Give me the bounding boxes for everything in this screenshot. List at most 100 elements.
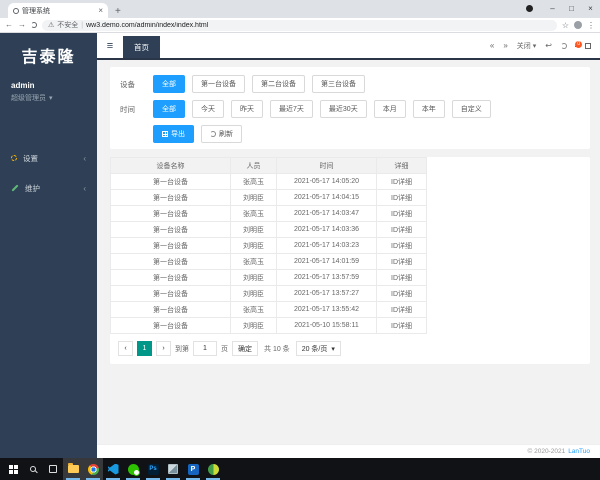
detail-link[interactable]: ID详细 — [376, 301, 427, 318]
detail-link[interactable]: ID详细 — [376, 269, 427, 286]
device-filter-label: 设备 — [120, 79, 135, 89]
detail-link[interactable]: ID详细 — [376, 317, 427, 334]
close-tabs-label: 关闭 — [516, 42, 531, 50]
vscode-icon — [107, 463, 119, 475]
task-view-button[interactable] — [43, 458, 63, 480]
brand-link[interactable]: LanTuo — [568, 448, 590, 455]
vscode-button[interactable] — [103, 458, 123, 480]
table-header-row: 设备名称 人员 时间 详细 — [110, 157, 427, 174]
col-time: 时间 — [276, 157, 377, 174]
export-button[interactable]: 导出 — [153, 125, 194, 143]
browser-menu-icon[interactable]: ⋮ — [587, 21, 595, 30]
detail-link[interactable]: ID详细 — [376, 253, 427, 270]
close-tabs-dropdown[interactable]: 关闭 ▾ — [517, 41, 537, 51]
app-p-button[interactable]: P — [183, 458, 203, 480]
time-cell: 2021-05-17 14:03:47 — [276, 205, 377, 222]
caret-down-icon: ▾ — [49, 95, 53, 102]
device-filter-1[interactable]: 第一台设备 — [192, 75, 245, 93]
undo-icon[interactable]: ↩ — [545, 41, 552, 50]
fullscreen-icon[interactable] — [585, 42, 591, 49]
chevron-left-icon: ‹ — [83, 183, 86, 193]
caret-down-icon: ▾ — [532, 42, 537, 50]
time-filter-month[interactable]: 本月 — [373, 100, 406, 118]
detail-link[interactable]: ID详细 — [376, 173, 427, 190]
time-filter-yesterday[interactable]: 昨天 — [231, 100, 263, 118]
tab-scroll-right-icon[interactable]: » — [503, 41, 507, 50]
confirm-page-button[interactable]: 确定 — [232, 341, 258, 356]
action-row: 导出 刷新 — [120, 125, 580, 143]
table-row: 第一台设备 刘明臣 2021-05-17 14:03:23 ID详细 — [110, 237, 427, 254]
minimize-button[interactable]: – — [543, 0, 562, 17]
tab-close-icon[interactable]: × — [98, 6, 103, 15]
time-filter-custom[interactable]: 自定义 — [451, 100, 491, 118]
detail-link[interactable]: ID详细 — [376, 189, 427, 206]
time-filter-label: 时间 — [120, 104, 135, 114]
device-cell: 第一台设备 — [110, 221, 231, 238]
time-filter-year[interactable]: 本年 — [412, 100, 445, 118]
prev-page-button[interactable]: ‹ — [118, 341, 133, 356]
detail-link[interactable]: ID详细 — [376, 205, 427, 222]
detail-link[interactable]: ID详细 — [376, 285, 427, 302]
taskbar-search-button[interactable] — [23, 458, 43, 480]
refresh-button[interactable]: 刷新 — [201, 125, 242, 143]
detail-link[interactable]: ID详细 — [376, 237, 427, 254]
start-button[interactable] — [3, 458, 23, 480]
windows-logo-icon — [8, 464, 18, 474]
new-tab-button[interactable]: + — [115, 6, 121, 17]
bookmark-star-icon[interactable]: ☆ — [562, 21, 569, 30]
back-icon[interactable]: ← — [5, 21, 13, 29]
pagination: ‹ 1 › 到第 页 确定 共 10 条 20 条/页 ▾ — [110, 334, 590, 360]
page-number-input[interactable] — [193, 341, 217, 356]
refresh-icon[interactable] — [561, 42, 567, 49]
user-role-dropdown[interactable]: 超级管理员 ▾ — [11, 93, 86, 103]
tab-scroll-left-icon[interactable]: « — [490, 41, 494, 50]
app-green-button[interactable] — [203, 458, 223, 480]
time-cell: 2021-05-17 14:01:59 — [276, 253, 377, 270]
device-filter-2[interactable]: 第二台设备 — [252, 75, 305, 93]
col-person: 人员 — [230, 157, 277, 174]
time-filter-7days[interactable]: 最近7天 — [270, 100, 313, 118]
device-filter-all[interactable]: 全部 — [153, 75, 185, 93]
app-box-button[interactable] — [163, 458, 183, 480]
hamburger-icon[interactable]: ≡ — [97, 40, 123, 52]
record-dot-icon — [526, 5, 533, 12]
close-button[interactable]: × — [581, 0, 600, 17]
chrome-button[interactable] — [83, 458, 103, 480]
address-bar: ← → ⚠ 不安全 | ww3.demo.com/admin/index/ind… — [0, 18, 600, 33]
filter-card: 设备 全部 第一台设备 第二台设备 第三台设备 时间 全部 今天 昨天 最近7天… — [110, 67, 590, 149]
device-cell: 第一台设备 — [110, 285, 231, 302]
table-row: 第一台设备 刘明臣 2021-05-17 14:04:15 ID详细 — [110, 189, 427, 206]
table-row: 第一台设备 张高玉 2021-05-17 13:55:42 ID详细 — [110, 301, 427, 318]
time-cell: 2021-05-17 14:05:20 — [276, 173, 377, 190]
photoshop-button[interactable]: Ps — [143, 458, 163, 480]
refresh-label: 刷新 — [219, 131, 233, 138]
wechat-button[interactable] — [123, 458, 143, 480]
device-filter-3[interactable]: 第三台设备 — [312, 75, 365, 93]
person-cell: 刘明臣 — [230, 189, 277, 206]
page-1-button[interactable]: 1 — [137, 341, 152, 356]
time-filter-today[interactable]: 今天 — [192, 100, 224, 118]
maximize-button[interactable]: □ — [562, 0, 581, 17]
topbar: ≡ 首页 « » 关闭 ▾ ↩ 0 — [97, 33, 600, 58]
user-block: admin 超级管理员 ▾ — [0, 75, 97, 103]
url-input[interactable]: ⚠ 不安全 | ww3.demo.com/admin/index/index.h… — [42, 19, 557, 31]
file-explorer-button[interactable] — [63, 458, 83, 480]
export-icon — [162, 131, 168, 137]
browser-tab[interactable]: 管理系统 × — [8, 3, 108, 18]
table-row: 第一台设备 张高玉 2021-05-17 14:01:59 ID详细 — [110, 253, 427, 270]
detail-link[interactable]: ID详细 — [376, 221, 427, 238]
green-app-icon — [207, 463, 219, 475]
next-page-button[interactable]: › — [156, 341, 171, 356]
per-page-select[interactable]: 20 条/页 ▾ — [295, 341, 341, 356]
sidebar-item-maintenance[interactable]: 维护 ‹ — [0, 173, 97, 203]
forward-icon[interactable]: → — [18, 21, 26, 29]
window-controls: – □ × — [526, 0, 600, 17]
tab-home[interactable]: 首页 — [123, 36, 160, 58]
time-filter-30days[interactable]: 最近30天 — [319, 100, 367, 118]
sidebar-item-settings[interactable]: 设置 ‹ — [0, 143, 97, 173]
time-cell: 2021-05-17 13:57:59 — [276, 269, 377, 286]
profile-avatar[interactable] — [574, 21, 582, 29]
time-filter-all[interactable]: 全部 — [153, 100, 185, 118]
reload-icon[interactable] — [31, 22, 37, 28]
windows-taskbar: Ps P — [0, 458, 600, 480]
